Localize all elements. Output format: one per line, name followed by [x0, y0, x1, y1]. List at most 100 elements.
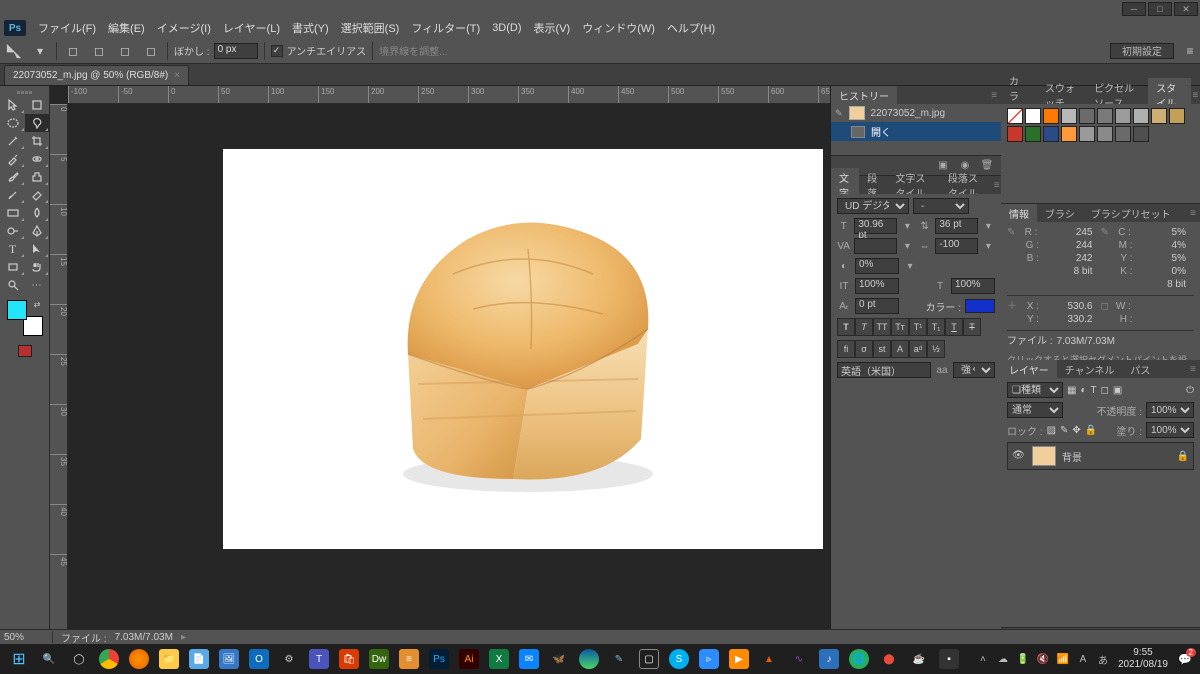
menu-edit[interactable]: 編集(E) [102, 18, 151, 38]
font-size-field[interactable]: 30.96 pt [854, 218, 896, 234]
close-window-button[interactable]: ✕ [1174, 2, 1198, 16]
tab-channels[interactable]: チャンネル [1057, 360, 1123, 379]
quick-mask-toggle[interactable] [14, 342, 36, 360]
allcaps-button[interactable]: TT [873, 318, 891, 336]
swatch[interactable] [1115, 126, 1131, 142]
swatch[interactable] [1061, 108, 1077, 124]
store-icon[interactable]: 🛍 [334, 646, 364, 672]
foreground-color[interactable] [7, 300, 27, 320]
photoshop-icon[interactable]: Ps [424, 646, 454, 672]
task-view-button[interactable]: ◯ [64, 646, 94, 672]
tab-brush[interactable]: ブラシ [1037, 204, 1083, 223]
smallcaps-button[interactable]: Tᴛ [891, 318, 909, 336]
options-dropdown-icon[interactable]: ▾ [30, 41, 50, 61]
swatch[interactable] [1043, 126, 1059, 142]
ot-fractions-button[interactable]: ½ [927, 340, 945, 358]
lock-transparency-icon[interactable]: ▨ [1047, 425, 1056, 436]
menu-image[interactable]: イメージ(I) [151, 18, 217, 38]
text-color-well[interactable] [965, 299, 995, 313]
layer-visibility-icon[interactable]: 👁 [1012, 450, 1026, 462]
zoom-tool[interactable] [1, 276, 25, 294]
filter-toggle-icon[interactable]: ⏻ [1186, 385, 1194, 396]
minimize-button[interactable]: ─ [1122, 2, 1146, 16]
vlc-icon[interactable]: ▲ [754, 646, 784, 672]
tab-paths[interactable]: パス [1122, 360, 1158, 379]
clone-stamp-tool[interactable] [25, 168, 49, 186]
swatch[interactable] [1115, 108, 1131, 124]
selection-subtract-icon[interactable]: ◻ [115, 41, 135, 61]
menu-layer[interactable]: レイヤー(L) [217, 18, 286, 38]
maximize-button[interactable]: □ [1148, 2, 1172, 16]
swatch[interactable] [1079, 108, 1095, 124]
settings-icon[interactable]: ⚙ [274, 646, 304, 672]
outlook-icon[interactable]: O [244, 646, 274, 672]
layer-name[interactable]: 背景 [1062, 449, 1082, 464]
menu-type[interactable]: 書式(Y) [286, 18, 335, 38]
history-tab[interactable]: ヒストリー [831, 86, 897, 105]
filter-adjustment-icon[interactable]: ◐ [1080, 385, 1086, 396]
swatch[interactable] [1169, 108, 1185, 124]
baseline-field[interactable]: 0 pt [855, 298, 899, 314]
bold-button[interactable]: T [837, 318, 855, 336]
gradient-tool[interactable] [1, 204, 25, 222]
ot-ligatures-button[interactable]: fi [837, 340, 855, 358]
pen-tool[interactable] [25, 222, 49, 240]
edit-toolbar[interactable]: ⋯ [25, 276, 49, 294]
ime-mode-icon[interactable]: あ [1094, 650, 1112, 668]
panel-menu-icon[interactable]: ≡ [1191, 88, 1200, 102]
zoom-icon[interactable]: ▹ [694, 646, 724, 672]
notepad-icon[interactable]: 📄 [184, 646, 214, 672]
tab-close-icon[interactable]: × [174, 70, 180, 81]
document-canvas[interactable] [223, 149, 823, 549]
panel-menu-icon[interactable]: ≡ [987, 88, 1001, 102]
selection-add-icon[interactable]: ◻ [89, 41, 109, 61]
feather-field[interactable]: 0 px [214, 43, 258, 59]
swatch-none[interactable] [1007, 108, 1023, 124]
filter-shape-icon[interactable]: ◻ [1101, 385, 1109, 396]
system-tray[interactable]: ˄ ☁ 🔋 🔇 📶 A あ [974, 650, 1112, 668]
hscale-field[interactable]: 100% [951, 278, 995, 294]
layer-thumbnail-icon[interactable] [1032, 446, 1056, 466]
panel-menu-icon[interactable]: ≡ [1186, 362, 1200, 376]
sublime-icon[interactable]: ≡ [394, 646, 424, 672]
swatch[interactable] [1133, 126, 1149, 142]
panel-grip-icon[interactable] [4, 88, 46, 96]
menu-3d[interactable]: 3D(D) [486, 20, 527, 36]
tray-cloud-icon[interactable]: ☁ [994, 650, 1012, 668]
menu-file[interactable]: ファイル(F) [32, 18, 102, 38]
eraser-tool[interactable] [25, 186, 49, 204]
leading-field[interactable]: 36 pt [935, 218, 977, 234]
current-tool-icon[interactable] [4, 41, 24, 61]
magic-wand-tool[interactable] [1, 132, 25, 150]
selection-intersect-icon[interactable]: ◻ [141, 41, 161, 61]
terminal-icon[interactable]: ▪ [934, 646, 964, 672]
swatch[interactable] [1097, 126, 1113, 142]
filter-smart-icon[interactable]: ▣ [1113, 385, 1122, 396]
path-selection-tool[interactable] [25, 240, 49, 258]
lock-all-icon[interactable]: 🔒 [1085, 425, 1097, 436]
skype-icon[interactable]: S [664, 646, 694, 672]
panel-menu-icon[interactable]: ≡ [992, 178, 1001, 192]
record-icon[interactable]: ⬤ [874, 646, 904, 672]
opacity-field[interactable]: 100% [1146, 402, 1194, 418]
tsume-field[interactable]: 0% [855, 258, 899, 274]
refine-edge-button[interactable]: 境界線を調整... [379, 43, 447, 58]
kerning-field[interactable] [854, 238, 896, 254]
taskbar-clock[interactable]: 9:55 2021/08/19 [1118, 647, 1168, 671]
swatch[interactable] [1133, 108, 1149, 124]
zoom-level[interactable]: 50% [4, 632, 44, 643]
healing-brush-tool[interactable] [25, 150, 49, 168]
antialias-select[interactable]: 強く [953, 362, 995, 378]
tray-battery-icon[interactable]: 🔋 [1014, 650, 1032, 668]
start-button[interactable]: ⊞ [4, 646, 34, 672]
rectangle-tool[interactable] [1, 258, 25, 276]
explorer-icon[interactable]: 📁 [154, 646, 184, 672]
tab-layers[interactable]: レイヤー [1001, 360, 1057, 379]
swatch[interactable] [1025, 126, 1041, 142]
menu-view[interactable]: 表示(V) [528, 18, 577, 38]
panel-menu-icon[interactable]: ≡ [1186, 206, 1200, 220]
globe-icon[interactable]: 🌐 [844, 646, 874, 672]
filter-pixel-icon[interactable]: ▦ [1067, 385, 1076, 396]
dodge-tool[interactable] [1, 222, 25, 240]
lasso-tool[interactable] [25, 114, 49, 132]
